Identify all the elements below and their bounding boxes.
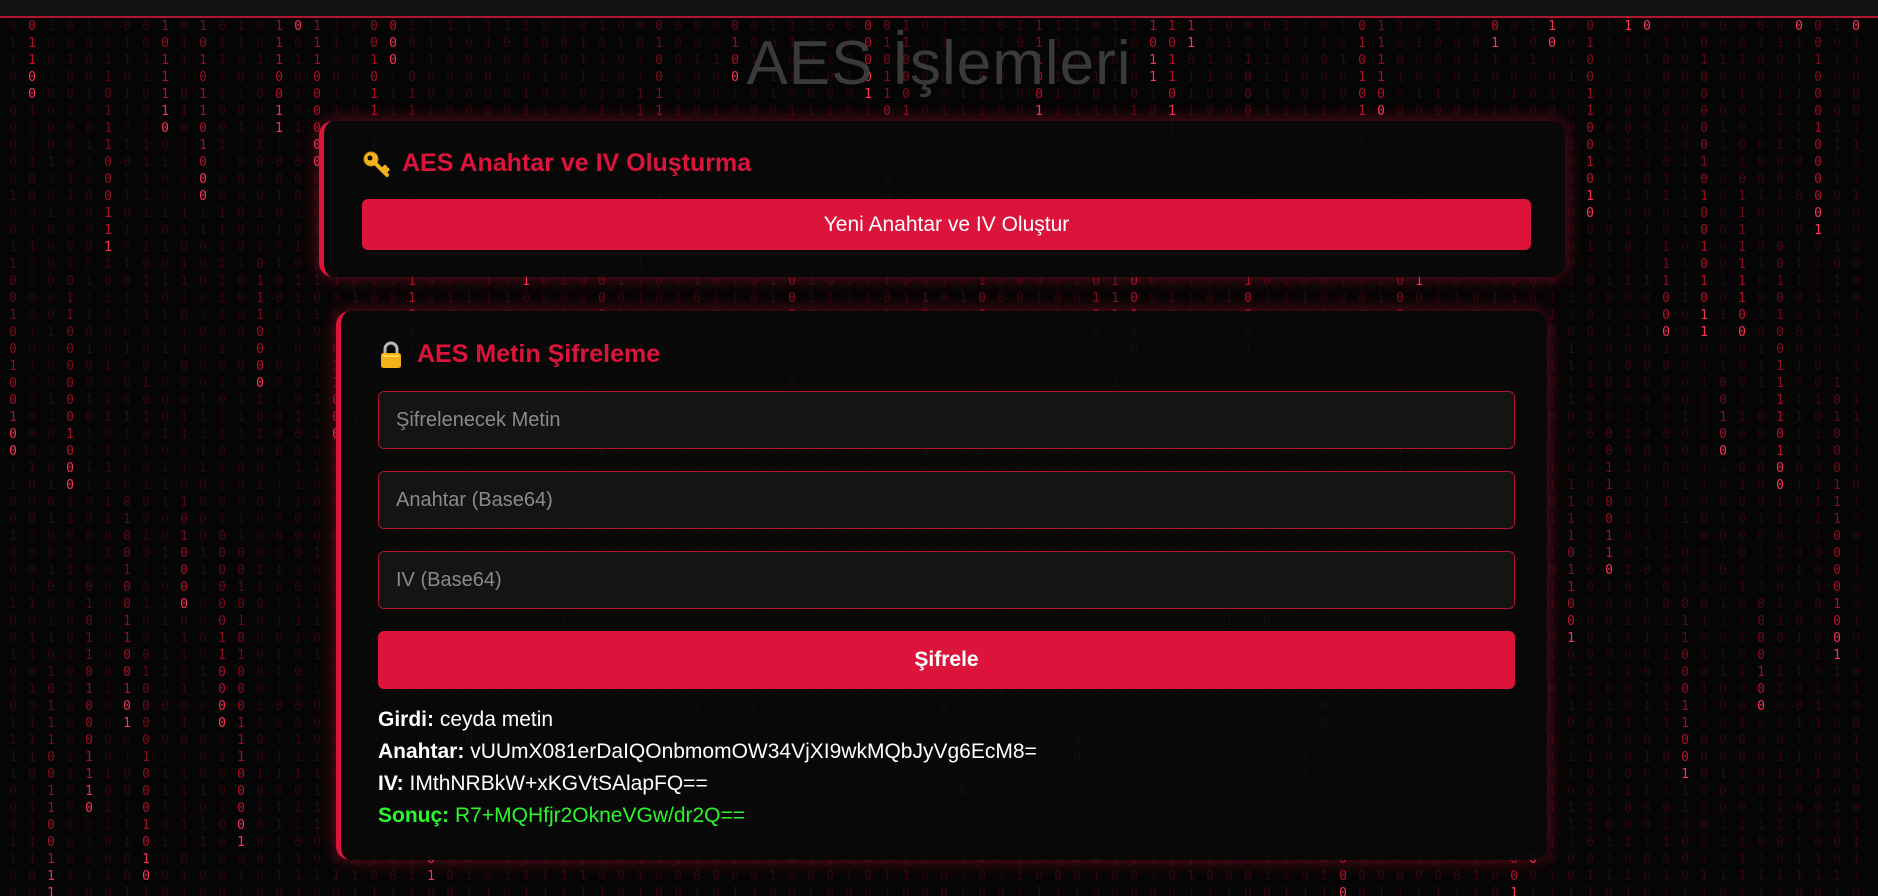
binary-rain-column: 0110110101101010110100011000010010011001… [120,18,134,896]
binary-rain-column: 0100111000101010010111100000010111000010… [1754,18,1768,896]
result-label: Sonuç: [378,804,449,827]
result-key-row: Anahtar: vUUmX081erDaIQOnbmomOW34VjXI9wk… [378,736,1037,768]
binary-rain-column: 0111011100011110110010110111110100000001… [101,18,115,896]
binary-rain-column: 0010001000001011110000101101111001000101… [1811,18,1825,896]
binary-rain-column: 0100000011111011100000010001011001011000… [1678,18,1692,896]
key-icon [362,150,390,178]
key-value: vUUmX081erDaIQOnbmomOW34VjXI9wkMQbJyVg6E… [470,740,1037,763]
binary-rain-column: 1000100110000001110100101111000100101101… [82,18,96,896]
iv-label: IV: [378,772,404,795]
binary-rain-column: 0011000100101111001000010001110101101001… [1640,18,1654,896]
binary-rain-column: 0011001111111101110001010101001010100010… [139,18,153,896]
binary-rain-column: 1100101100000010000100111100011001010100… [234,18,248,896]
binary-rain-column: 0010000101010101110000101001000011000000… [253,18,267,896]
binary-rain-column: 0111111101010111000010111101011011001010… [1792,18,1806,896]
binary-rain-column: 1010110100011000010000111110000111000011… [196,18,210,896]
binary-rain-column: 0100001101100111000100000100111100011110… [1659,18,1673,896]
plaintext-input[interactable] [378,391,1515,449]
generate-key-iv-button[interactable]: Yeni Anahtar ve IV Oluştur [362,199,1531,250]
key-generation-title: AES Anahtar ve IV Oluşturma [362,149,751,178]
result-ciphertext-row: Sonuç: R7+MQHfjr2OkneVGw/dr2Q== [378,800,1037,832]
input-label: Girdi: [378,708,434,731]
binary-rain-column: 0110010110001100001010000010000001101101… [25,18,39,896]
binary-rain-column: 1010001111000101101011010001110000100110… [1830,18,1844,896]
lock-icon [377,341,405,369]
window-top-bar [0,0,1878,18]
binary-rain-column: 1111000101110111011010000011001101001010… [1602,18,1616,896]
key-label: Anahtar: [378,740,464,763]
binary-rain-column: 1011110010010101011110001011100110111111… [158,18,172,896]
result-iv-row: IV: IMthNRBkW+xKGVtSAlapFQ== [378,768,1037,800]
binary-rain-column: 0010010001100010110000001000110111000101… [63,18,77,896]
encryption-results: Girdi: ceyda metin Anahtar: vUUmX081erDa… [378,704,1037,832]
binary-rain-column: 0111100110011111110101011011010000001100… [215,18,229,896]
binary-rain-column: 0010100010111111100000110001000011011010… [1735,18,1749,896]
binary-rain-column: 0010101000010101111010010011100000111000… [291,18,305,896]
binary-rain-column: 1110011100101010001100100011100010110111… [272,18,286,896]
result-value: R7+MQHfjr2OkneVGw/dr2Q== [455,804,745,827]
binary-rain-column: 0100111100100001010011110100110100110011… [1773,18,1787,896]
text-encryption-card: AES Metin Şifreleme Şifrele Girdi: ceyda… [336,311,1547,860]
binary-rain-column: 0111010110111011101100011010101000001101… [177,18,191,896]
binary-rain-column: 0110100000100110010010010011001000100100… [6,18,20,896]
binary-rain-column: 1001000011010000001000110101010010011010… [44,18,58,896]
key-generation-card: AES Anahtar ve IV Oluşturma Yeni Anahtar… [319,121,1565,277]
iv-value: IMthNRBkW+xKGVtSAlapFQ== [410,772,708,795]
encrypt-button[interactable]: Şifrele [378,631,1515,689]
result-input-row: Girdi: ceyda metin [378,704,1037,736]
binary-rain-column: 0110001101100000011010111110100110010101… [1849,18,1863,896]
iv-base64-input[interactable] [378,551,1515,609]
text-encryption-title-text: AES Metin Şifreleme [417,340,660,369]
page-title: AES İşlemleri [0,28,1878,99]
key-base64-input[interactable] [378,471,1515,529]
binary-rain-column: 0010000010100101011011000011000000010101… [1697,18,1711,896]
binary-rain-column: 1101000110101011001001011011010010011010… [1621,18,1635,896]
binary-rain-column: 0010101110000001010010010010010100110110… [1716,18,1730,896]
binary-rain-column: 0011000101100001110111100001111011001010… [1564,18,1578,896]
text-encryption-title: AES Metin Şifreleme [377,340,660,369]
key-generation-title-text: AES Anahtar ve IV Oluşturma [402,149,751,178]
input-value: ceyda metin [440,708,553,731]
binary-rain-column: 0100110010100110100111010110011100100011… [1583,18,1597,896]
